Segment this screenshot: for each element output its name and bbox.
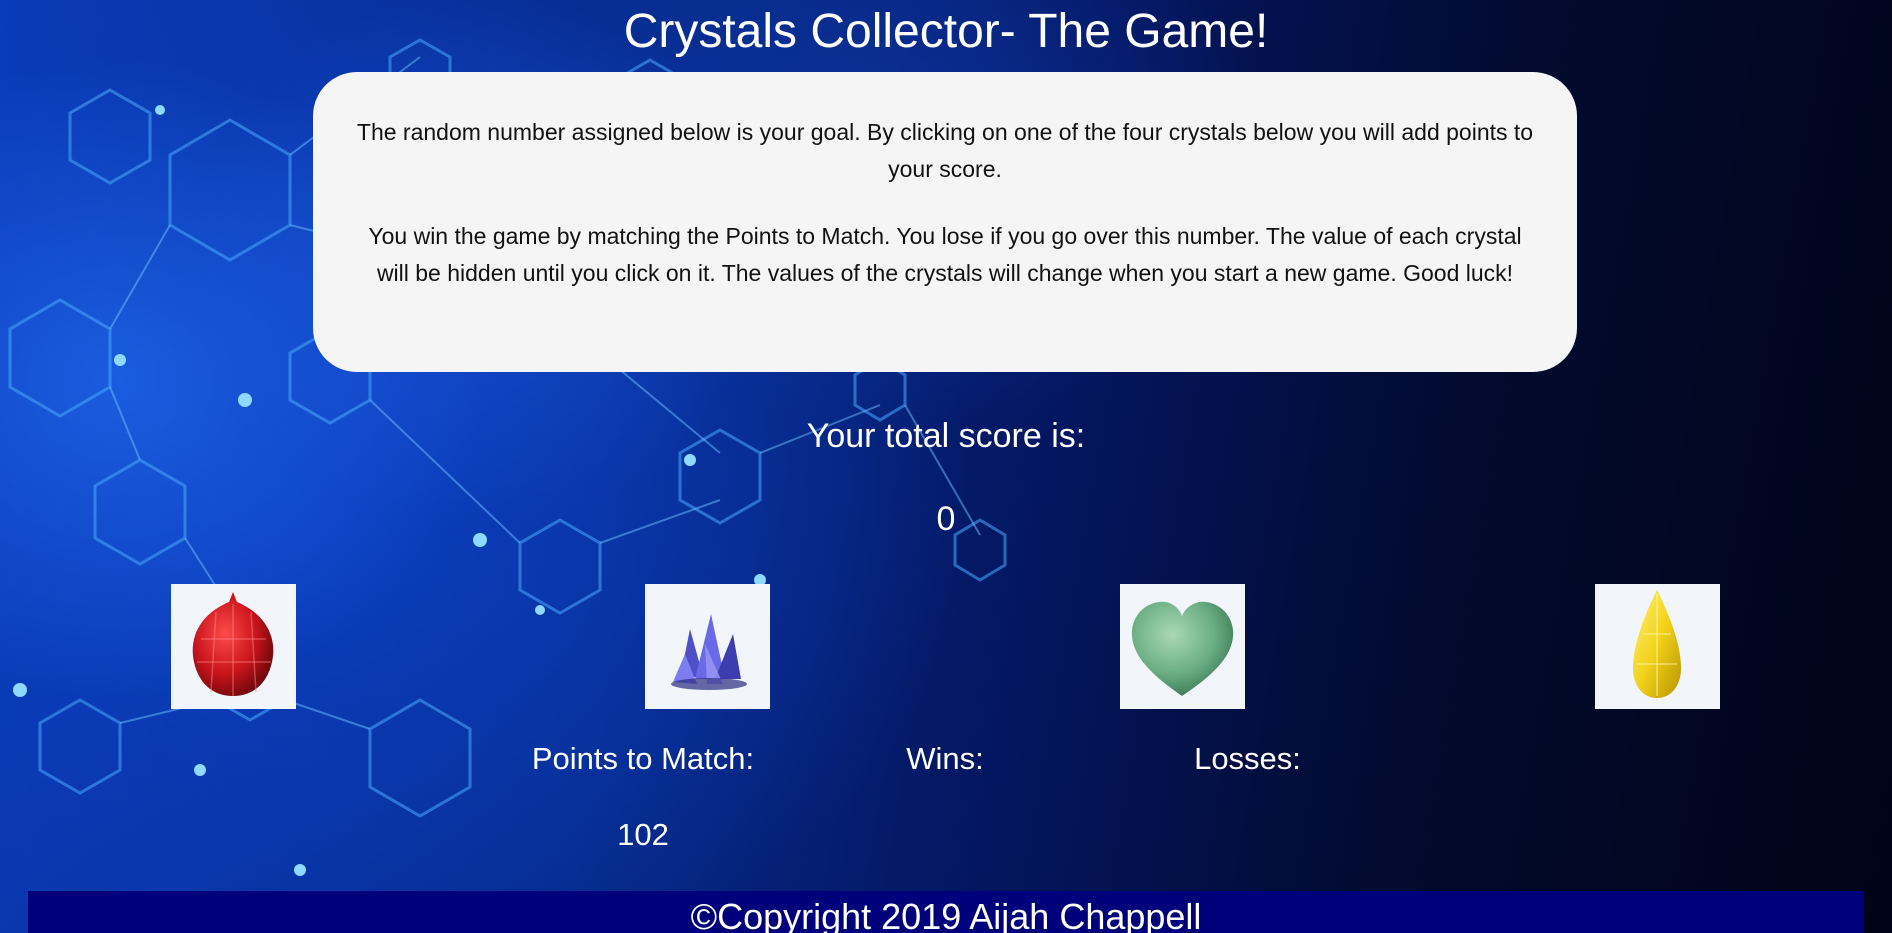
red-crystal-button[interactable]: [171, 584, 296, 709]
page-title: Crystals Collector- The Game!: [623, 5, 1269, 58]
points-to-match-value: 102: [617, 817, 669, 852]
green-crystal-button[interactable]: [1120, 584, 1245, 709]
points-to-match-label: Points to Match:: [531, 741, 755, 776]
losses-label: Losses:: [1194, 741, 1301, 776]
green-heart-crystal-icon: [1131, 601, 1234, 696]
copyright-text: ©Copyright 2019 Aijah Chappell: [690, 896, 1202, 933]
yellow-teardrop-crystal-icon: [1633, 590, 1681, 698]
red-crystal-icon: [192, 592, 274, 696]
instructions-panel: The random number assigned below is your…: [313, 72, 1577, 372]
total-score-label: Your total score is:: [806, 417, 1086, 455]
total-score-value: 0: [936, 500, 956, 538]
purple-crystal-button[interactable]: [645, 584, 770, 709]
footer: ©Copyright 2019 Aijah Chappell: [28, 891, 1864, 933]
wins-label: Wins:: [906, 741, 984, 776]
purple-crystal-icon: [671, 614, 747, 690]
instructions-rules-text: You win the game by matching the Points …: [368, 223, 1522, 286]
instructions-goal-text: The random number assigned below is your…: [356, 119, 1534, 182]
yellow-crystal-button[interactable]: [1595, 584, 1720, 709]
